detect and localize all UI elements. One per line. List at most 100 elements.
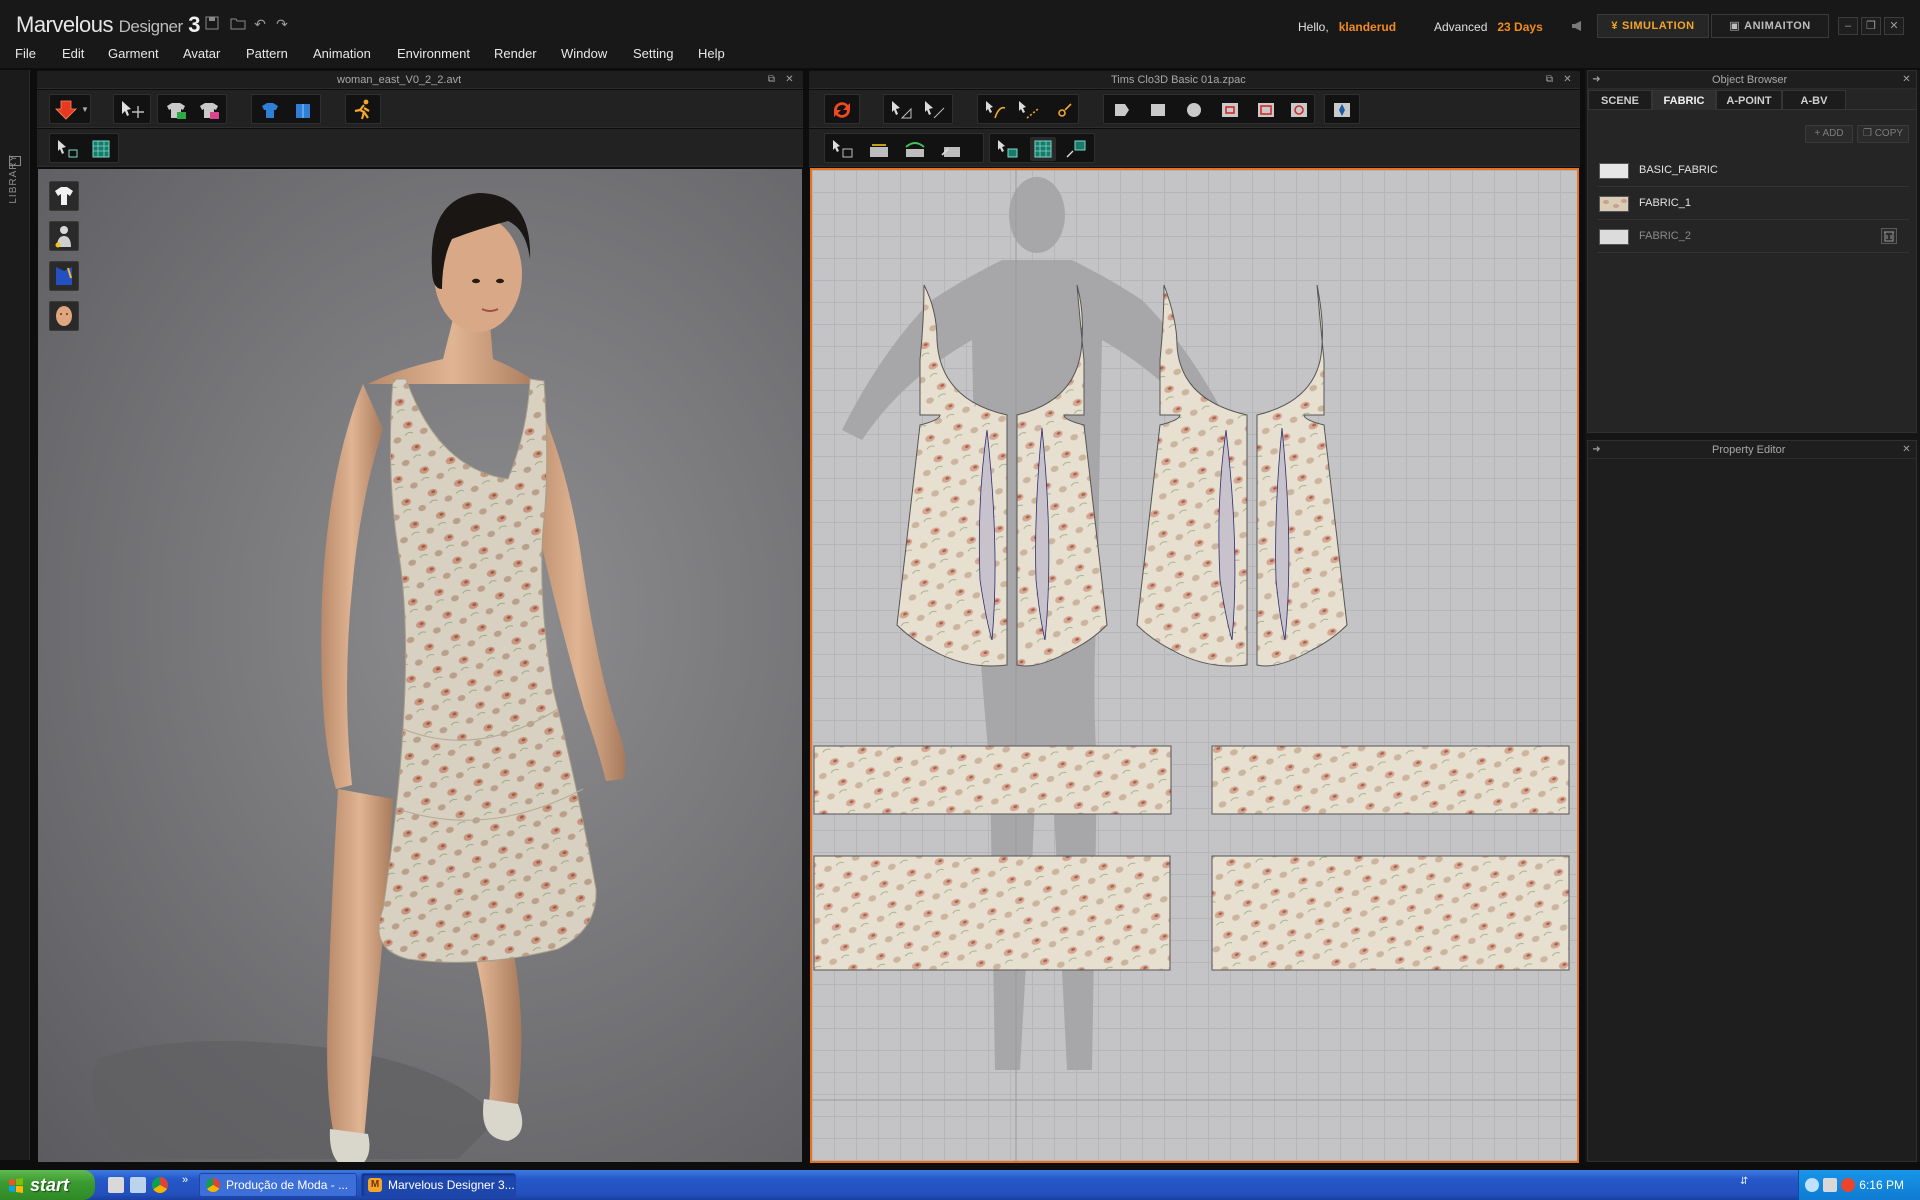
add-fabric-label: ADD [1822,128,1844,139]
pattern-piece[interactable] [813,745,1172,815]
internal-rectangle-tool[interactable] [1253,98,1279,122]
rectangle-tool[interactable] [1145,98,1171,122]
texture-toggle-tool[interactable] [88,137,114,161]
menu-setting[interactable]: Setting [633,46,673,61]
menu-pattern[interactable]: Pattern [246,46,288,61]
redo-icon[interactable]: ↷ [274,16,290,32]
menu-render[interactable]: Render [494,46,537,61]
tray-arrow-icon[interactable] [1805,1178,1819,1192]
taskbar-item-label: Marvelous Designer 3... [388,1178,515,1192]
circle-tool[interactable] [1181,98,1207,122]
antivirus-icon[interactable] [1841,1178,1855,1192]
menu-help[interactable]: Help [698,46,725,61]
taskbar-item-marvelous[interactable]: M Marvelous Designer 3... [361,1173,516,1197]
menu-window[interactable]: Window [561,46,607,61]
dropdown-arrow-icon[interactable]: ▼ [81,105,89,114]
menu-animation[interactable]: Animation [313,46,371,61]
select-mesh-tool[interactable] [55,137,81,161]
avatar-render[interactable] [38,169,802,1162]
chevron-down-icon: ¥ [1611,20,1618,32]
sync-refresh-icon[interactable] [829,98,855,122]
edit-pattern-tool[interactable] [922,98,948,122]
close-panel-icon[interactable]: ✕ [783,73,796,86]
pin-icon[interactable]: ➜ [1590,443,1603,456]
pin-icon[interactable]: ➜ [1590,73,1603,86]
pattern-piece[interactable] [1256,284,1348,667]
transform-pattern-tool[interactable] [889,98,915,122]
segment-sewing-tool[interactable] [866,137,892,161]
menu-garment[interactable]: Garment [108,46,159,61]
restore-button[interactable]: ❐ [1861,17,1881,35]
fold-garment-tool[interactable] [290,98,316,122]
language-bar-icon[interactable]: ⇵ [1740,1176,1748,1187]
add-fabric-button[interactable]: + ADD [1805,125,1853,143]
close-panel-icon[interactable]: ✕ [1900,73,1913,86]
library-strip[interactable]: LIBRARY [0,70,30,1160]
library-label[interactable]: LIBRARY [8,154,19,204]
open-folder-icon[interactable] [230,16,246,32]
quicklaunch-explorer-icon[interactable] [108,1177,124,1193]
chrome-icon[interactable] [152,1177,168,1193]
chevron-right-icon[interactable]: » [182,1174,188,1186]
select-texture-tool[interactable] [995,137,1021,161]
close-panel-icon[interactable]: ✕ [1561,73,1574,86]
view2d-viewport[interactable] [810,168,1579,1163]
pattern-canvas[interactable] [812,170,1577,1161]
select-move-tool[interactable] [119,98,145,122]
menu-environment[interactable]: Environment [397,46,470,61]
simulate-button[interactable] [53,98,79,122]
taskbar-item-chrome[interactable]: Produção de Moda - ... [199,1173,357,1197]
megaphone-icon[interactable] [1570,19,1586,35]
clock[interactable]: 6:16 PM [1859,1178,1904,1192]
simulation-mode-button[interactable]: ¥ SIMULATION [1597,14,1709,38]
delete-fabric-icon[interactable] [1881,228,1897,244]
menu-avatar[interactable]: Avatar [183,46,220,61]
property-editor-title: Property Editor [1712,444,1786,456]
minimize-button[interactable]: – [1838,17,1858,35]
menu-file[interactable]: File [15,46,36,61]
fabric-list-item[interactable]: BASIC_FABRIC [1597,155,1909,187]
dart-tool[interactable] [1329,98,1355,122]
network-icon[interactable] [1823,1178,1837,1192]
texture-grid-tool[interactable] [1030,137,1056,161]
tab-scene[interactable]: SCENE [1588,90,1652,110]
pattern-piece[interactable] [813,855,1171,971]
polygon-tool[interactable] [1109,98,1135,122]
copy-fabric-button[interactable]: ❐ COPY [1857,125,1909,143]
pattern-piece[interactable] [1211,855,1570,971]
transform-texture-tool[interactable] [1063,137,1089,161]
username[interactable]: klanderud [1339,20,1396,34]
undo-icon[interactable]: ↶ [252,16,268,32]
windows-logo-icon [9,1178,23,1193]
freeze-garment-tool[interactable] [196,98,222,122]
view3d-viewport[interactable] [38,169,802,1162]
fabric-list-item[interactable]: FABRIC_2 [1597,221,1909,253]
save-icon[interactable] [204,16,220,32]
close-panel-icon[interactable]: ✕ [1900,443,1913,456]
curvature-tool[interactable] [1049,98,1075,122]
arrange-garment-tool[interactable] [163,98,189,122]
curve-group [977,94,1079,124]
undock-icon[interactable]: ⧉ [1543,73,1556,86]
view3d-toolbar-1: ▼ [37,90,803,128]
fold-arrange-tool[interactable] [257,98,283,122]
tab-a-bv[interactable]: A-BV [1782,90,1846,110]
edit-sewing-tool[interactable] [830,137,856,161]
tab-fabric[interactable]: FABRIC [1652,90,1716,110]
edit-curve-point-tool[interactable] [983,98,1009,122]
tab-a-point[interactable]: A-POINT [1716,90,1782,110]
running-man-icon[interactable] [350,98,376,122]
close-button[interactable]: ✕ [1884,17,1904,35]
undock-icon[interactable]: ⧉ [765,73,778,86]
pattern-piece[interactable] [1211,745,1570,815]
menu-edit[interactable]: Edit [62,46,84,61]
internal-circle-tool[interactable] [1286,98,1312,122]
start-button[interactable]: start [0,1170,95,1200]
tack-tool[interactable] [938,137,964,161]
internal-polygon-tool[interactable] [1217,98,1243,122]
free-sewing-tool[interactable] [902,137,928,161]
fabric-list-item[interactable]: FABRIC_1 [1597,188,1909,220]
add-point-tool[interactable] [1016,98,1042,122]
quicklaunch-desktop-icon[interactable] [130,1177,146,1193]
animation-mode-button[interactable]: ▣ ANIMAITON [1711,14,1829,38]
